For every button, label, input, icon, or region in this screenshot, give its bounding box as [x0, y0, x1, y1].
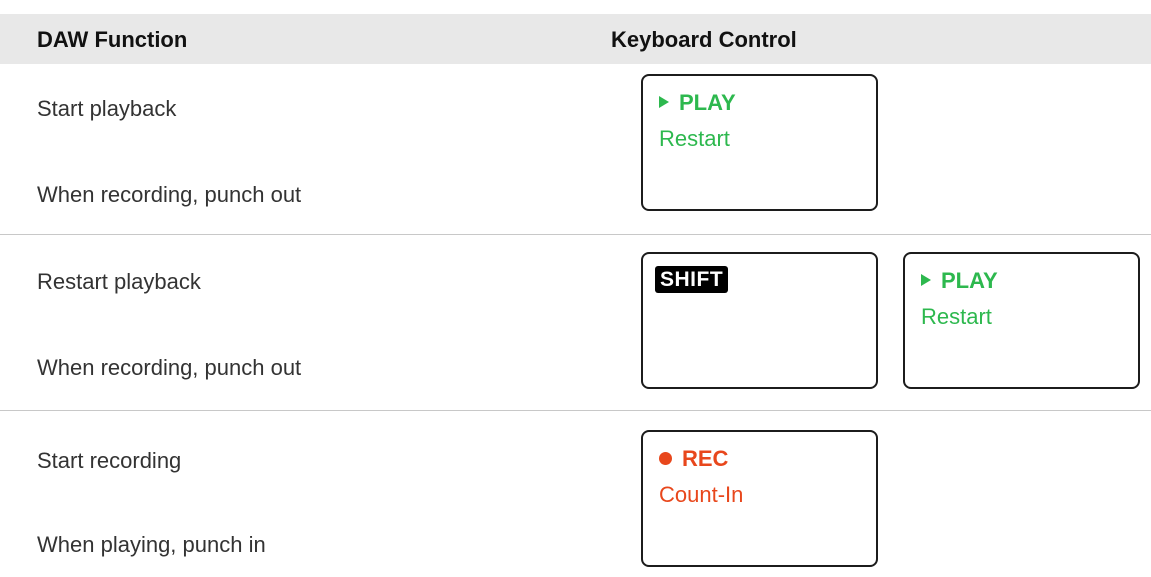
play-key-label: PLAY	[921, 268, 998, 294]
play-key-label: PLAY	[659, 90, 736, 116]
table-row: Start playback When recording, punch out…	[0, 64, 1151, 235]
play-icon	[921, 274, 931, 286]
daw-function-table: DAW Function Keyboard Control Start play…	[0, 0, 1151, 577]
play-icon	[659, 96, 669, 108]
play-key: PLAY Restart	[903, 252, 1140, 389]
shift-key: SHIFT	[641, 252, 878, 389]
play-key-sublabel: Restart	[659, 126, 730, 151]
function-description-secondary: When recording, punch out	[37, 355, 302, 380]
record-icon	[659, 452, 672, 465]
table-row: Start recording When playing, punch in R…	[0, 411, 1151, 577]
function-description: Restart playback	[37, 269, 201, 294]
play-key: PLAY Restart	[641, 74, 878, 211]
header-keyboard-control: Keyboard Control	[611, 27, 797, 52]
header-daw-function: DAW Function	[37, 27, 188, 52]
rec-key-label: REC	[659, 446, 728, 472]
function-description: Start playback	[37, 96, 177, 121]
shift-key-label: SHIFT	[655, 266, 729, 293]
table-row: Restart playback When recording, punch o…	[0, 235, 1151, 411]
rec-key-sublabel: Count-In	[659, 482, 744, 507]
function-description-secondary: When playing, punch in	[37, 532, 266, 557]
function-description: Start recording	[37, 448, 182, 473]
function-description-secondary: When recording, punch out	[37, 182, 302, 207]
play-key-sublabel: Restart	[921, 304, 992, 329]
table-header: DAW Function Keyboard Control	[0, 14, 1151, 64]
rec-key: REC Count-In	[641, 430, 878, 567]
